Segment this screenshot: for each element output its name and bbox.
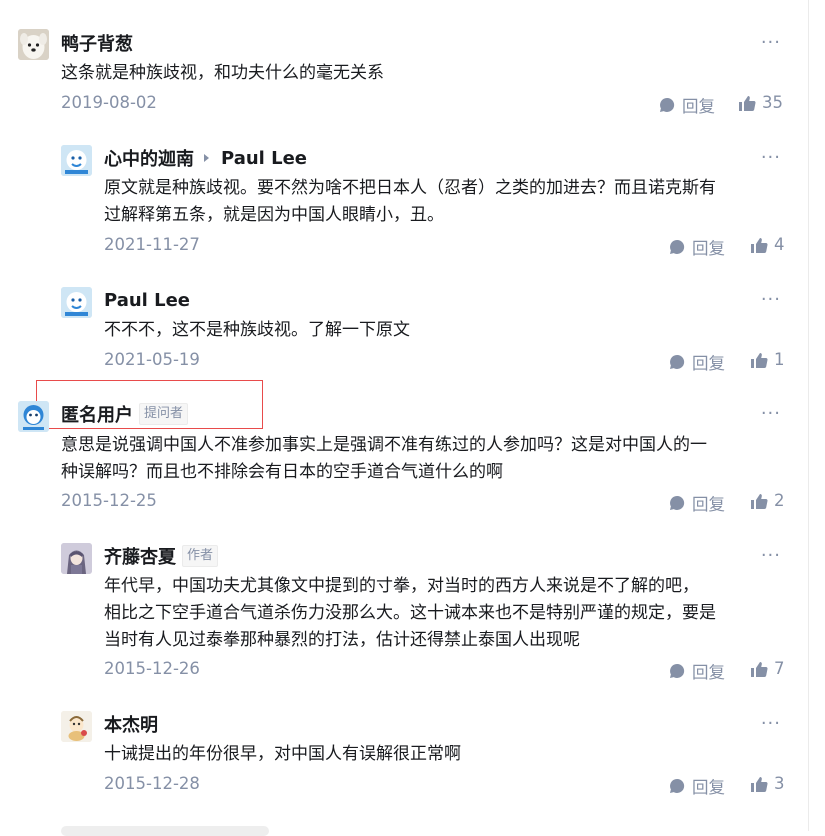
comment-content: 原文就是种族歧视。要不然为啥不把日本人（忍者）之类的加进去？而且诺克斯有 过解释… (104, 175, 716, 229)
like-count: 3 (774, 774, 785, 793)
content-line: 年代早，中国功夫尤其像文中提到的寸拳，对当时的西方人来说是不了解的吧， (104, 576, 699, 596)
comment-content: 十诫提出的年份很早，对中国人有误解很正常啊 (104, 744, 461, 764)
bird-avatar-icon (61, 145, 92, 176)
reply-button[interactable]: 回复 (668, 774, 725, 798)
avatar[interactable] (61, 711, 92, 742)
thumbs-up-icon (751, 661, 768, 677)
thumbs-up-icon (751, 776, 768, 792)
comment-content: 意思是说强调中国人不准参加事实上是强调不准有练过的人参加吗？这是对中国人的一 种… (61, 432, 707, 486)
more-dots-icon[interactable]: ··· (761, 403, 781, 424)
reply-arrow-icon (204, 154, 209, 162)
reply-label: 回复 (692, 663, 725, 682)
anime-avatar-icon (61, 543, 92, 574)
like-button[interactable]: 3 (750, 774, 785, 793)
author-badge: 作者 (182, 545, 219, 567)
reply-button[interactable]: 回复 (658, 93, 715, 117)
thumbs-up-icon (751, 493, 768, 509)
reply-button[interactable]: 回复 (668, 659, 725, 683)
more-dots-icon[interactable]: ··· (761, 545, 781, 566)
chat-bubble-icon (670, 239, 685, 254)
avatar[interactable] (18, 29, 49, 60)
comment-date: 2021-11-27 (104, 235, 200, 254)
like-button[interactable]: 35 (738, 93, 783, 112)
chat-bubble-icon (660, 97, 675, 112)
content-line: 种误解吗？而且也不排除会有日本的空手道合气道什么的啊 (61, 462, 503, 482)
thumbs-up-icon (751, 352, 768, 368)
comment-content: 年代早，中国功夫尤其像文中提到的寸拳，对当时的西方人来说是不了解的吧， 相比之下… (104, 573, 716, 654)
like-count: 2 (774, 491, 785, 510)
content-line: 原文就是种族歧视。要不然为啥不把日本人（忍者）之类的加进去？而且诺克斯有 (104, 178, 716, 198)
reply-label: 回复 (692, 354, 725, 373)
chat-bubble-icon (670, 495, 685, 510)
chat-bubble-icon (670, 778, 685, 793)
comment-author[interactable]: 心中的迦南 (104, 145, 194, 171)
comment-author[interactable]: 本杰明 (104, 711, 158, 737)
comment-date: 2015-12-28 (104, 774, 200, 793)
reply-button[interactable]: 回复 (668, 235, 725, 259)
dog-avatar-icon (18, 29, 49, 60)
more-dots-icon[interactable]: ··· (761, 289, 781, 310)
comment-date: 2019-08-02 (61, 93, 157, 112)
comment-date: 2021-05-19 (104, 350, 200, 369)
content-line: 过解释第五条，就是因为中国人眼睛小，丑。 (104, 205, 444, 225)
comment-date: 2015-12-25 (61, 491, 157, 510)
like-button[interactable]: 1 (750, 350, 785, 369)
like-count: 4 (774, 235, 785, 254)
reply-to-user[interactable]: Paul Lee (221, 148, 307, 169)
content-line: 当时有人见过泰拳那种暴烈的打法，估计还得禁止泰国人出现呢 (104, 630, 580, 650)
thumbs-up-icon (739, 95, 756, 111)
more-dots-icon[interactable]: ··· (761, 713, 781, 734)
like-button[interactable]: 7 (750, 659, 785, 678)
bird-avatar-icon (61, 287, 92, 318)
reply-label: 回复 (682, 97, 715, 116)
comment-author[interactable]: 鸭子背葱 (61, 30, 133, 56)
more-dots-icon[interactable]: ··· (761, 147, 781, 168)
avatar[interactable] (61, 287, 92, 318)
reply-button[interactable]: 回复 (668, 350, 725, 374)
thumbs-up-icon (751, 237, 768, 253)
comment-content: 不不不，这不是种族歧视。了解一下原文 (104, 320, 410, 340)
comment-date: 2015-12-26 (104, 659, 200, 678)
reply-label: 回复 (692, 778, 725, 797)
content-line: 意思是说强调中国人不准参加事实上是强调不准有练过的人参加吗？这是对中国人的一 (61, 435, 707, 455)
comment-author[interactable]: 齐藤杏夏 (104, 543, 176, 569)
reply-label: 回复 (692, 495, 725, 514)
panel-border (808, 0, 809, 831)
avatar[interactable] (61, 145, 92, 176)
like-button[interactable]: 2 (750, 491, 785, 510)
avatar[interactable] (61, 543, 92, 574)
cartoon-avatar-icon (61, 711, 92, 742)
anonymous-avatar-icon (18, 401, 49, 432)
reply-label: 回复 (692, 239, 725, 258)
like-count: 1 (774, 350, 785, 369)
chat-bubble-icon (670, 663, 685, 678)
asker-badge: 提问者 (139, 403, 189, 425)
avatar[interactable] (18, 401, 49, 432)
comment-content: 这条就是种族歧视，和功夫什么的毫无关系 (61, 63, 384, 83)
content-line: 相比之下空手道合气道杀伤力没那么大。这十诫本来也不是特别严谨的规定，要是 (104, 603, 716, 623)
like-button[interactable]: 4 (750, 235, 785, 254)
more-dots-icon[interactable]: ··· (761, 32, 781, 53)
comment-author[interactable]: Paul Lee (104, 290, 190, 311)
like-count: 7 (774, 659, 785, 678)
chat-bubble-icon (670, 354, 685, 369)
reply-button[interactable]: 回复 (668, 491, 725, 515)
like-count: 35 (762, 93, 783, 112)
comment-author[interactable]: 匿名用户 (61, 401, 133, 427)
view-more-replies-button[interactable] (61, 826, 269, 836)
